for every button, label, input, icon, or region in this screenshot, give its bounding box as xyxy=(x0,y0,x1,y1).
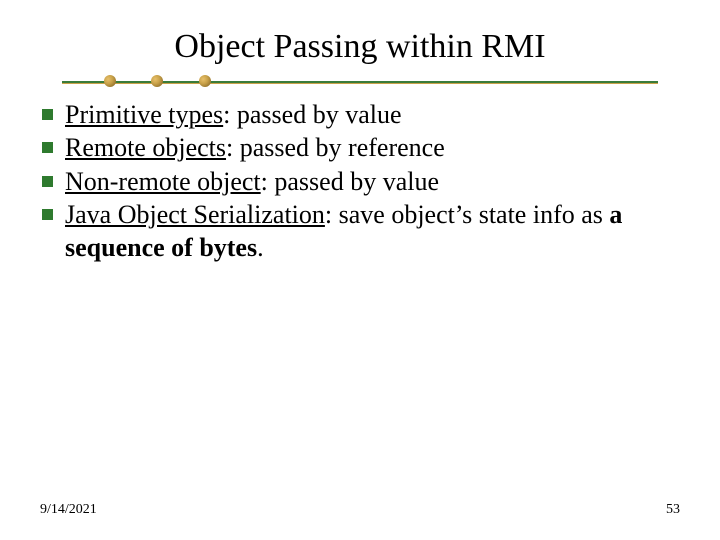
footer: 9/14/2021 53 xyxy=(40,502,680,518)
square-bullet-icon xyxy=(42,142,53,153)
rest-text: : passed by value xyxy=(223,100,401,129)
bead-icon xyxy=(104,75,116,87)
list-item-text: Non-remote object: passed by value xyxy=(65,165,680,198)
tail-text: . xyxy=(257,233,264,262)
bullet-list: Primitive types: passed by value Remote … xyxy=(40,98,680,264)
lead-term: Remote objects xyxy=(65,133,226,162)
lead-term: Primitive types xyxy=(65,100,223,129)
footer-page-number: 53 xyxy=(666,502,680,518)
slide-title: Object Passing within RMI xyxy=(40,28,680,66)
list-item-text: Remote objects: passed by reference xyxy=(65,131,680,164)
divider xyxy=(62,70,658,92)
bead-icon xyxy=(151,75,163,87)
list-item: Non-remote object: passed by value xyxy=(42,165,680,198)
lead-term: Java Object Serialization xyxy=(65,200,325,229)
list-item: Java Object Serialization: save object’s… xyxy=(42,198,680,265)
rest-text: : passed by reference xyxy=(226,133,445,162)
lead-term: Non-remote object xyxy=(65,167,261,196)
square-bullet-icon xyxy=(42,209,53,220)
square-bullet-icon xyxy=(42,109,53,120)
square-bullet-icon xyxy=(42,176,53,187)
list-item: Remote objects: passed by reference xyxy=(42,131,680,164)
rest-text: : save object’s state info as xyxy=(325,200,609,229)
list-item: Primitive types: passed by value xyxy=(42,98,680,131)
bead-icon xyxy=(199,75,211,87)
footer-date: 9/14/2021 xyxy=(40,502,97,518)
list-item-text: Primitive types: passed by value xyxy=(65,98,680,131)
slide: Object Passing within RMI Primitive type… xyxy=(0,0,720,540)
list-item-text: Java Object Serialization: save object’s… xyxy=(65,198,680,265)
rest-text: : passed by value xyxy=(261,167,439,196)
